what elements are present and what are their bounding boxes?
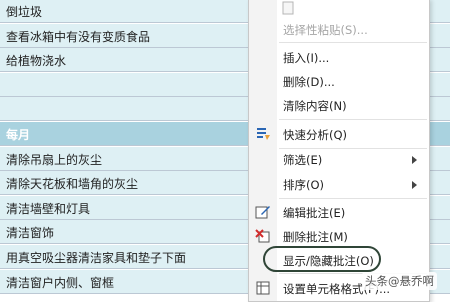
cell-text: 清洁窗饰 (6, 226, 55, 241)
cell-text: 清洁墙壁和灯具 (6, 201, 91, 216)
menu-item-filter[interactable]: 筛选(E) (249, 147, 429, 171)
menu-item-delete-comment[interactable]: 删除批注(M) (249, 224, 429, 248)
menu-separator (279, 198, 427, 199)
cell-text: 清除吊扇上的灰尘 (6, 152, 103, 167)
menu-separator (279, 119, 427, 120)
quick-analysis-icon (255, 126, 271, 142)
menu-separator (279, 42, 427, 43)
menu-item-insert[interactable]: 插入(I)... (249, 45, 429, 69)
cell-text: 每月 (6, 128, 31, 142)
submenu-arrow-icon (412, 181, 417, 189)
format-cells-icon (255, 280, 271, 296)
highlight-annotation-ring (263, 246, 381, 272)
edit-comment-icon (255, 204, 271, 220)
menu-item-edit-comment[interactable]: 编辑批注(E) (249, 200, 429, 224)
cell-text: 清除天花板和墙角的灰尘 (6, 177, 139, 192)
paste-icon (281, 1, 297, 17)
cell-text: 给植物浇水 (6, 54, 67, 69)
menu-item-sort[interactable]: 排序(O) (249, 172, 429, 196)
watermark: 头条@悬乔啊 (362, 272, 437, 290)
cell-text: 查看冰箱中有没有变质食品 (6, 29, 151, 44)
cell-text: 清洁窗户内侧、窗框 (6, 275, 115, 290)
menu-item-delete[interactable]: 删除(D)... (249, 69, 429, 93)
delete-comment-icon (255, 228, 271, 244)
submenu-arrow-icon (412, 156, 417, 164)
menu-item-paste-special[interactable]: 选择性粘贴(S)... (249, 17, 429, 41)
menu-item-clear-contents[interactable]: 清除内容(N) (249, 93, 429, 117)
cell-text: 倒垃圾 (6, 5, 43, 19)
menu-item-quick-analysis[interactable]: 快速分析(Q) (249, 122, 429, 146)
cell-text: 用真空吸尘器清洁家具和垫子下面 (6, 251, 187, 265)
